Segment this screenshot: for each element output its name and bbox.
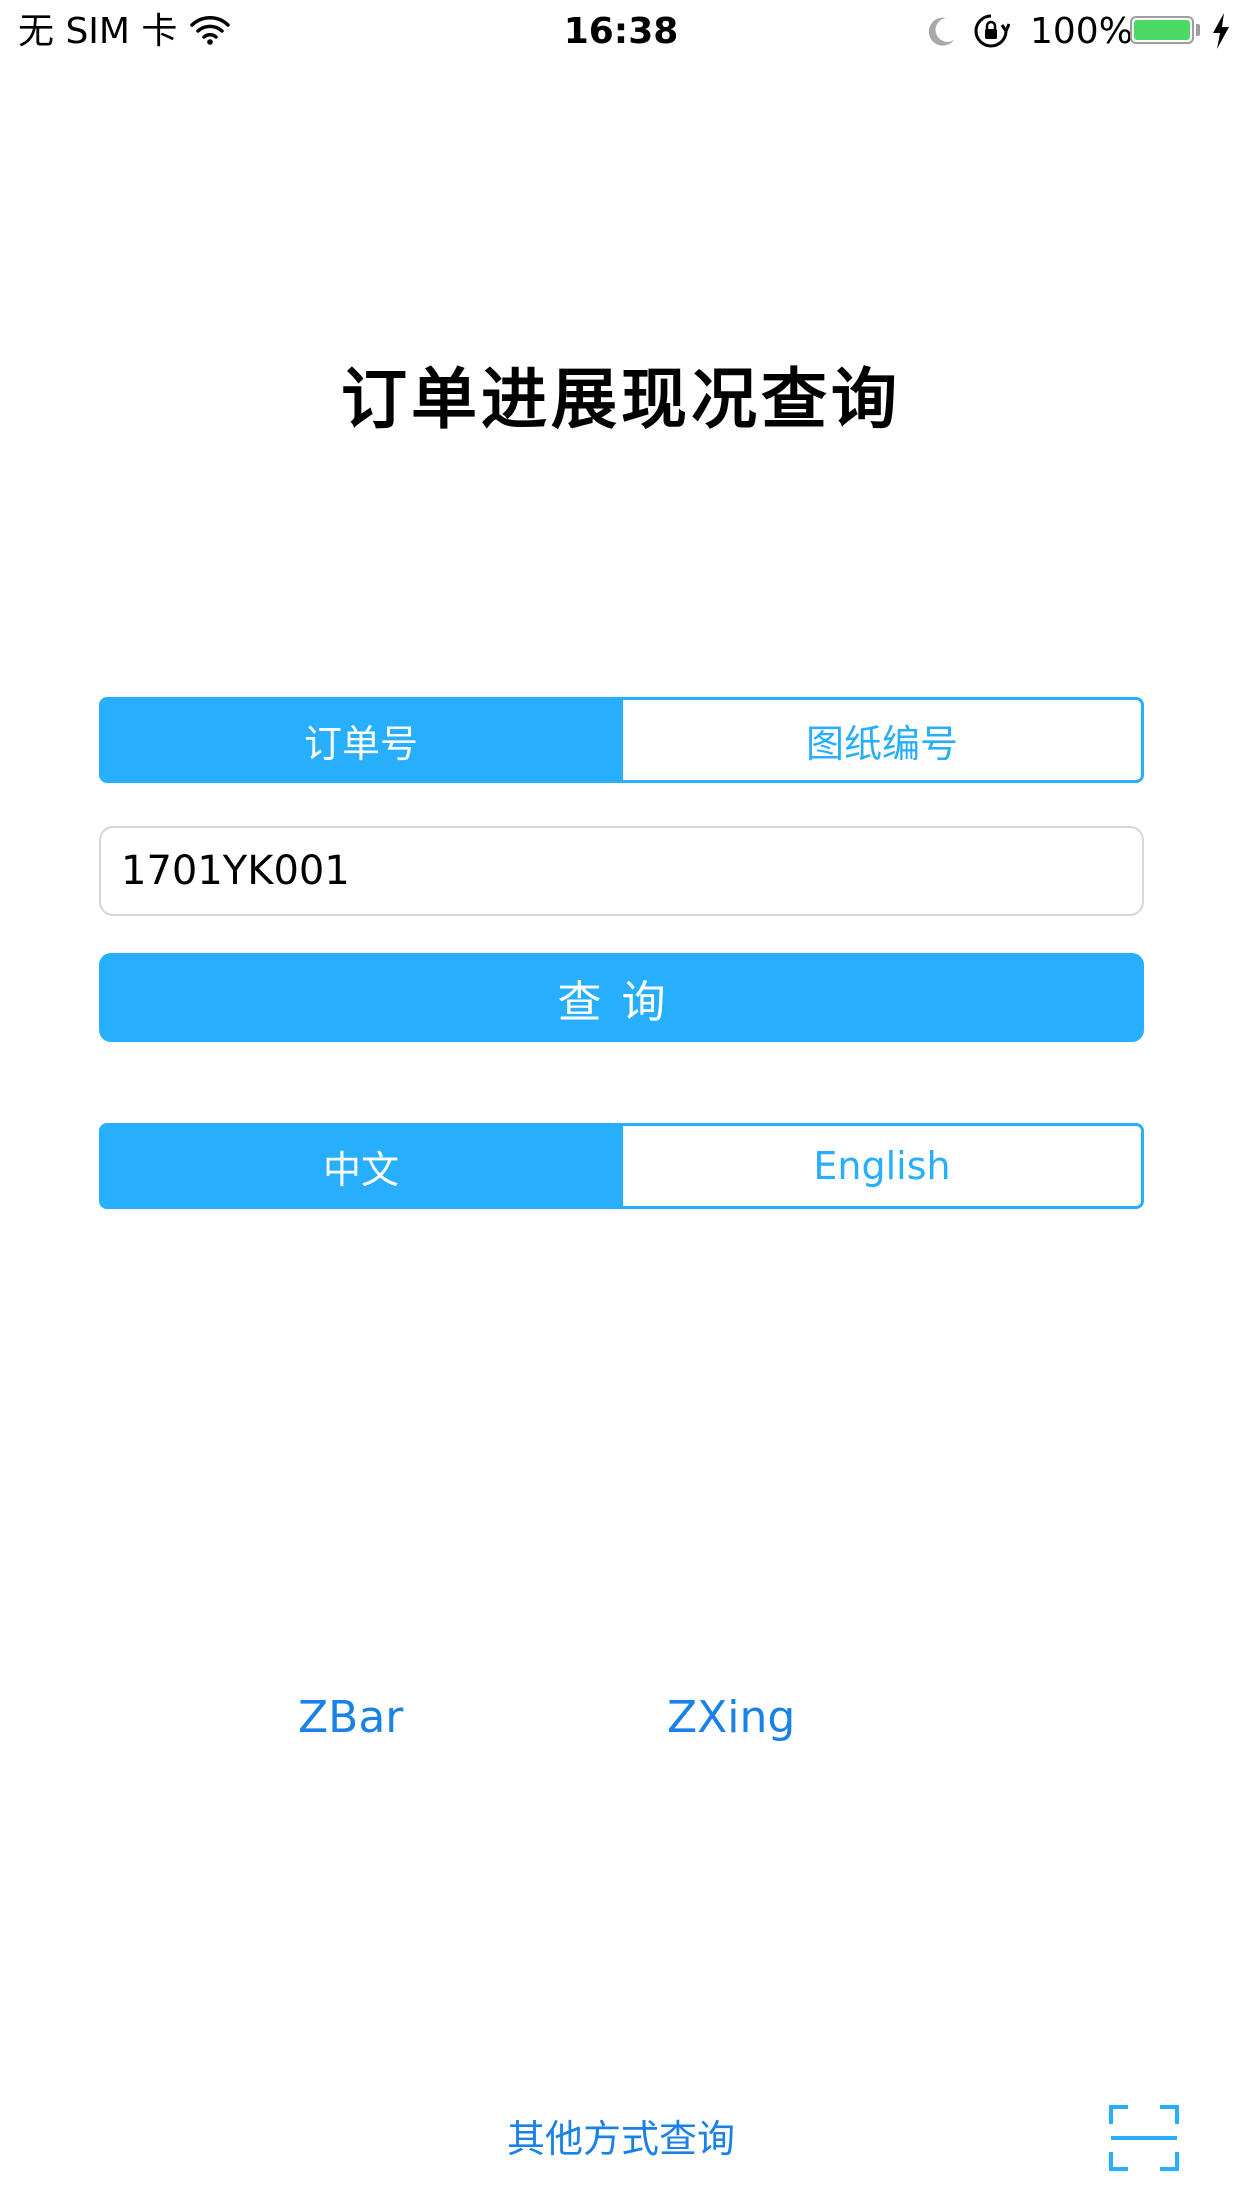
battery-level (1134, 20, 1190, 40)
moon-icon (928, 17, 954, 46)
battery-cap (1196, 24, 1200, 36)
query-type-segment: 订单号 图纸编号 (99, 697, 1144, 783)
segment-english[interactable]: English (620, 1126, 1141, 1206)
segment-drawing-number[interactable]: 图纸编号 (620, 700, 1141, 780)
status-bar: 无 SIM 卡 16:38 100% (0, 0, 1242, 62)
charging-icon (1213, 13, 1229, 49)
zxing-button[interactable]: ZXing (667, 1688, 795, 1748)
scan-icon[interactable] (1108, 2104, 1180, 2172)
page-title: 订单进展现况查询 (341, 361, 901, 438)
battery-percent: 100% (1030, 11, 1133, 52)
battery-icon (1130, 16, 1194, 44)
order-number-input[interactable] (99, 826, 1144, 916)
segment-chinese[interactable]: 中文 (102, 1126, 620, 1206)
segment-order-number[interactable]: 订单号 (102, 700, 620, 780)
zbar-button[interactable]: ZBar (298, 1688, 403, 1748)
rotation-lock-icon (974, 14, 1010, 48)
language-segment: 中文 English (99, 1123, 1144, 1209)
other-query-methods-link[interactable]: 其他方式查询 (0, 2112, 1242, 2166)
query-button[interactable]: 查询 (99, 953, 1144, 1042)
